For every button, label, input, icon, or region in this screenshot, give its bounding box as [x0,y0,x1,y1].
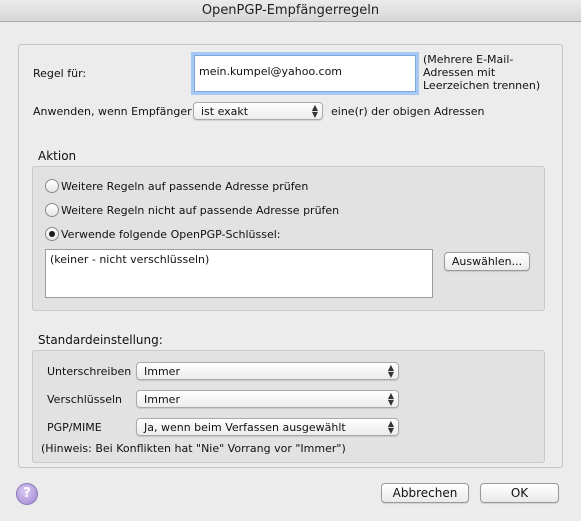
pgpmime-value: Ja, wenn beim Verfassen ausgewählt [144,421,346,434]
select-arrows-icon: ▲ ▼ [311,103,318,119]
match-type-select[interactable]: ist exakt ▲ ▼ [193,102,323,120]
pgpmime-select[interactable]: Ja, wenn beim Verfassen ausgewählt ▲ ▼ [136,418,399,436]
cancel-button[interactable]: Abbrechen [381,483,469,503]
apply-suffix: eine(r) der obigen Adressen [331,105,485,118]
radio-label-no-further-rules: Weitere Regeln nicht auf passende Adress… [61,204,340,217]
key-list-item: (keiner - nicht verschlüsseln) [50,253,210,266]
encrypt-value: Immer [144,393,180,406]
select-arrows-icon: ▲ ▼ [387,419,394,435]
radio-use-keys[interactable] [45,227,59,241]
window-title: OpenPGP-Empfängerregeln [0,0,581,22]
sign-label: Unterschreiben [47,365,132,378]
key-list[interactable]: (keiner - nicht verschlüsseln) [45,249,433,298]
rule-hint-line3: Leerzeichen trennen) [423,79,541,92]
select-arrows-icon: ▲ ▼ [387,363,394,379]
email-address-input[interactable]: mein.kumpel@yahoo.com [194,55,416,92]
encrypt-label: Verschlüsseln [47,393,122,406]
radio-label-use-keys: Verwende folgende OpenPGP-Schlüssel: [61,228,281,241]
match-type-value: ist exakt [201,105,249,118]
defaults-section-title: Standardeinstellung: [38,333,163,347]
select-keys-button[interactable]: Auswählen... [444,252,530,271]
rule-label: Regel für: [33,67,87,80]
radio-check-further-rules[interactable] [45,179,59,193]
encrypt-select[interactable]: Immer ▲ ▼ [136,390,399,408]
radio-no-further-rules[interactable] [45,203,59,217]
radio-label-check-further-rules: Weitere Regeln auf passende Adresse prüf… [61,180,309,193]
action-section-title: Aktion [38,149,77,163]
rule-hint-line1: (Mehrere E-Mail- [423,53,514,66]
apply-label: Anwenden, wenn Empfänger [33,105,192,118]
select-arrows-icon: ▲ ▼ [387,391,394,407]
ok-button[interactable]: OK [480,483,559,503]
help-icon[interactable]: ? [16,483,38,505]
pgpmime-label: PGP/MIME [47,421,102,434]
conflict-hint: (Hinweis: Bei Konflikten hat "Nie" Vorra… [41,442,346,455]
rule-hint-line2: Adressen mit [423,66,496,79]
sign-select[interactable]: Immer ▲ ▼ [136,362,399,380]
sign-value: Immer [144,365,180,378]
